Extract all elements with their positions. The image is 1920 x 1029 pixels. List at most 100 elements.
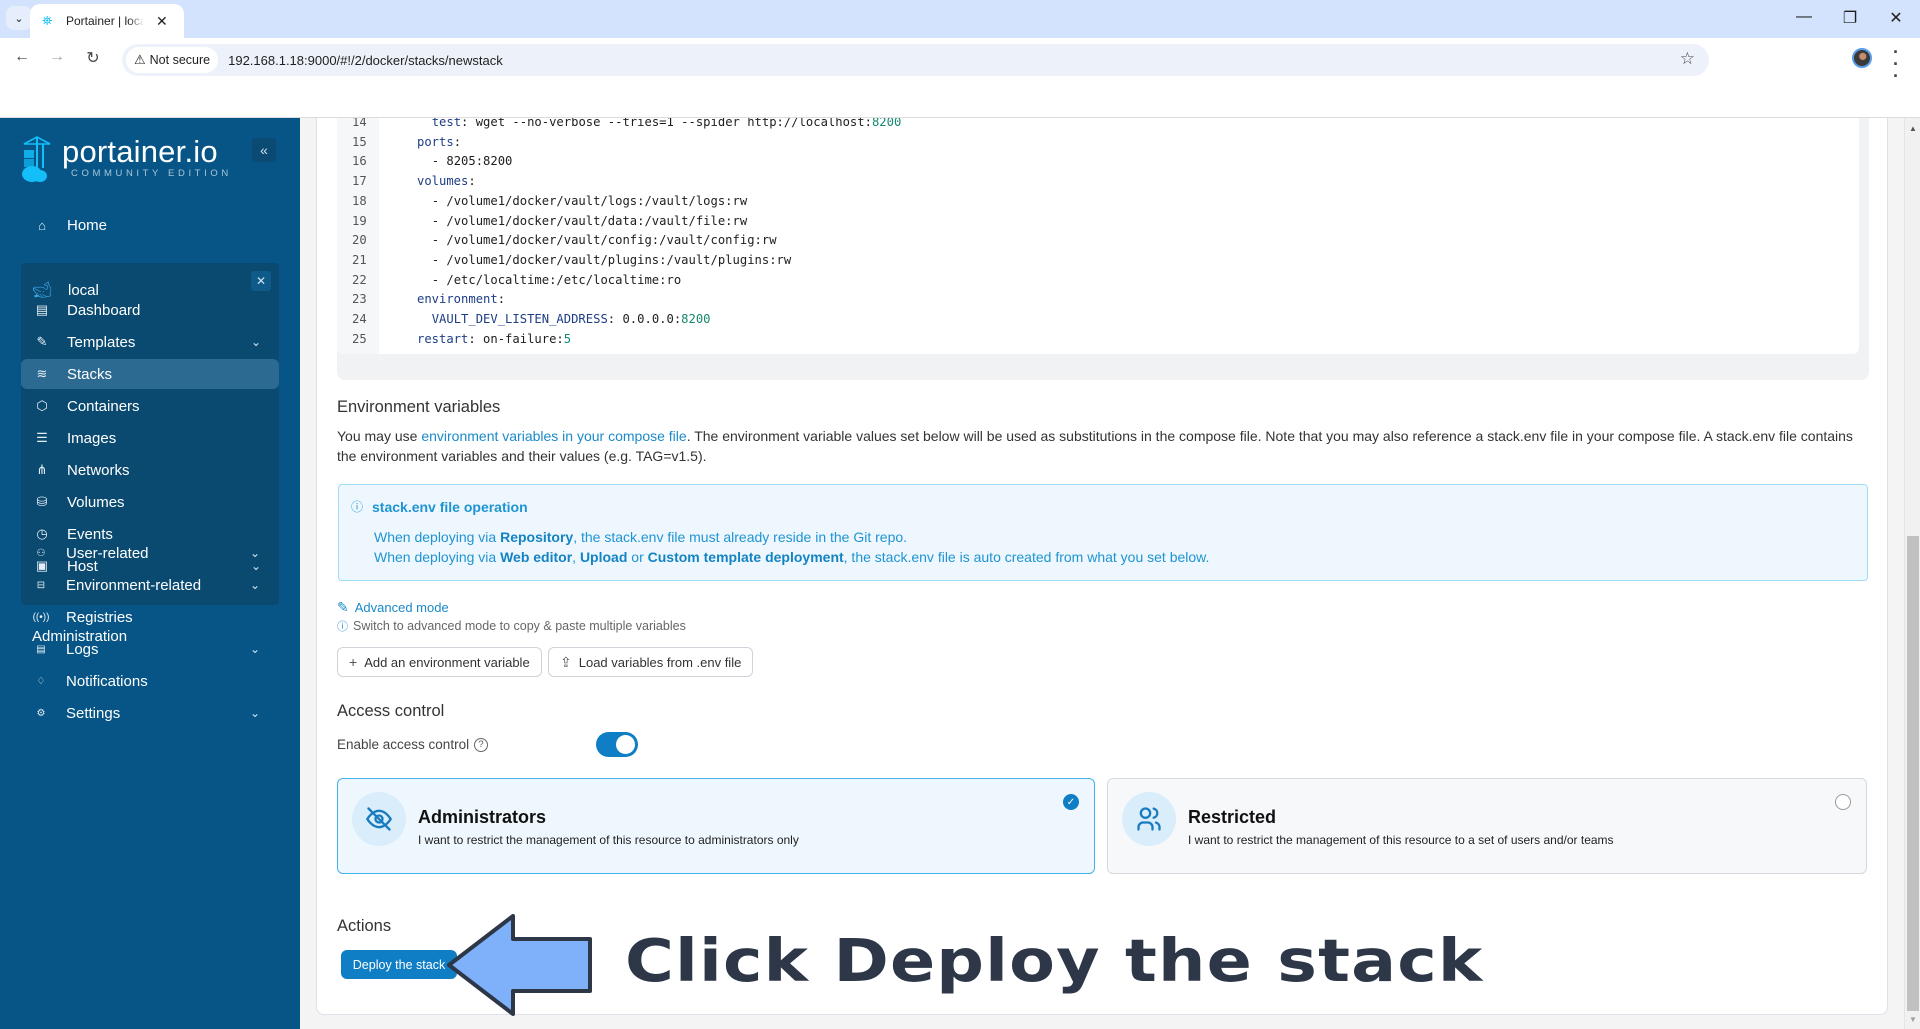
sidebar-item-notifications[interactable]: ♢ Notifications (20, 666, 278, 696)
collapse-sidebar-button[interactable]: « (252, 138, 276, 162)
sidebar-item-registries[interactable]: ((•)) Registries (20, 602, 278, 632)
line-number: 25 (352, 331, 367, 346)
minimize-button[interactable]: — (1784, 8, 1824, 26)
advanced-mode-hint: ⓘ Switch to advanced mode to copy & past… (337, 619, 686, 633)
option-description: I want to restrict the management of thi… (1188, 833, 1614, 847)
access-control-toggle[interactable] (596, 732, 638, 757)
tab-search-button[interactable]: ⌄ (6, 6, 32, 30)
sidebar-item-stacks[interactable]: ≋ Stacks (21, 359, 279, 389)
browser-tab[interactable]: ⛯ Portainer | local ✕ (30, 4, 184, 38)
code-line: 14 test: wget --no-verbose --tries=1 --s… (337, 118, 1857, 132)
radio-button[interactable] (1835, 794, 1851, 810)
add-env-variable-button[interactable]: + Add an environment variable (337, 647, 542, 677)
line-number: 14 (352, 118, 367, 129)
sidebar-item-label: User-related (66, 544, 149, 562)
line-number: 15 (352, 134, 367, 149)
clear-environment-button[interactable]: ✕ (251, 271, 271, 291)
home-icon: ⌂ (38, 217, 46, 233)
tab-title: Portainer | local (66, 14, 144, 28)
omnibox[interactable]: ⚠ Not secure 192.168.1.18:9000/#!/2/dock… (122, 44, 1709, 76)
code-text: VAULT_DEV_LISTEN_ADDRESS: 0.0.0.0:8200 (431, 312, 711, 326)
profile-avatar[interactable] (1852, 48, 1872, 68)
users-icon: ⚇ (36, 547, 46, 559)
close-window-button[interactable]: ✕ (1876, 8, 1916, 28)
dashboard-icon: ▤ (35, 302, 49, 317)
chevron-down-icon[interactable]: ⌄ (250, 578, 260, 592)
chevron-down-icon[interactable]: ⌄ (250, 546, 260, 560)
line-number: 22 (352, 272, 367, 287)
sidebar-item-environment-related[interactable]: ⊟ Environment-related ⌄ (20, 570, 278, 600)
annotation-arrow-icon (447, 914, 592, 1016)
option-title: Administrators (418, 807, 547, 827)
chevron-down-icon[interactable]: ⌄ (250, 642, 260, 656)
bookmark-star-icon[interactable]: ☆ (1680, 49, 1695, 69)
chevron-down-icon[interactable]: ⌄ (250, 706, 260, 720)
sidebar-item-images[interactable]: ☰ Images (21, 423, 279, 453)
double-chevron-left-icon: « (260, 142, 268, 158)
tab-close-icon[interactable]: ✕ (156, 13, 168, 30)
users-icon (1122, 792, 1176, 846)
access-option-administrators[interactable]: Administrators I want to restrict the ma… (337, 778, 1095, 874)
code-line: 24 VAULT_DEV_LISTEN_ADDRESS: 0.0.0.0:820… (337, 309, 1857, 329)
code-text: - 8205:8200 (431, 154, 513, 169)
list-icon: ☰ (36, 430, 48, 445)
load-env-file-button[interactable]: ⇪ Load variables from .env file (548, 647, 754, 677)
sidebar-item-logs[interactable]: ▤ Logs ⌄ (20, 634, 278, 664)
info-circle-icon: ⓘ (351, 500, 364, 514)
sidebar-item-volumes[interactable]: ⛁ Volumes (21, 487, 279, 517)
sidebar-item-settings[interactable]: ⚙ Settings ⌄ (20, 698, 278, 728)
database-icon: ⛁ (36, 494, 48, 509)
code-line: 15 ports: (337, 132, 1857, 152)
code-text: - /volume1/docker/vault/logs:/vault/logs… (431, 193, 748, 208)
security-chip[interactable]: ⚠ Not secure (126, 47, 219, 73)
sidebar-item-home[interactable]: ⌂ Home (21, 210, 279, 240)
sidebar-item-user-related[interactable]: ⚇ User-related ⌄ (20, 538, 278, 568)
sidebar-item-containers[interactable]: ⬡ Containers (21, 391, 279, 421)
compose-code-editor[interactable]: 14 test: wget --no-verbose --tries=1 --s… (337, 118, 1859, 354)
stack-env-info-box: ⓘ stack.env file operation When deploying… (338, 484, 1868, 581)
plus-icon: + (349, 654, 358, 670)
sidebar-item-networks[interactable]: ⋔ Networks (21, 455, 279, 485)
code-text: - /etc/localtime:/etc/localtime:ro (431, 272, 682, 287)
code-line: 20 - /volume1/docker/vault/config:/vault… (337, 230, 1857, 250)
advanced-mode-label: Advanced mode (354, 600, 449, 615)
forward-button[interactable]: → (45, 48, 69, 66)
portainer-logo[interactable]: portainer.io COMMUNITY EDITION (20, 136, 232, 184)
code-line: 23 environment: (337, 289, 1857, 309)
page-scrollbar[interactable]: ▲ ▼ (1904, 118, 1920, 1029)
access-option-restricted[interactable]: Restricted I want to restrict the manage… (1107, 778, 1867, 874)
bell-icon: ♢ (36, 675, 46, 687)
url-text[interactable]: 192.168.1.18:9000/#!/2/docker/stacks/new… (228, 53, 503, 68)
edit-icon: ✎ (337, 599, 349, 615)
toggle-knob (616, 735, 635, 754)
logo-subtext: COMMUNITY EDITION (71, 168, 232, 179)
code-line: 18 - /volume1/docker/vault/logs:/vault/l… (337, 191, 1857, 211)
browser-menu-icon[interactable]: · · · (1890, 43, 1902, 85)
code-line: 16 - 8205:8200 (337, 151, 1857, 171)
scroll-down-arrow-icon[interactable]: ▼ (1905, 1013, 1920, 1027)
code-text: - /volume1/docker/vault/data:/vault/file… (431, 213, 748, 228)
advanced-mode-link[interactable]: ✎ Advanced mode (337, 599, 449, 616)
sidebar-item-dashboard[interactable]: ▤ Dashboard (21, 295, 279, 325)
sidebar: portainer.io COMMUNITY EDITION « ⌂ Home … (0, 118, 300, 1029)
line-number: 20 (352, 233, 367, 248)
edit-icon: ✎ (36, 334, 48, 349)
sidebar-item-templates[interactable]: ✎ Templates ⌄ (21, 327, 279, 357)
reload-button[interactable]: ↻ (81, 48, 105, 68)
layers-icon: ≋ (36, 366, 48, 381)
enable-access-control-label: Enable access control ? (337, 737, 489, 752)
restore-button[interactable]: ❐ (1830, 8, 1870, 28)
help-icon[interactable]: ? (474, 737, 489, 752)
sidebar-item-label: Environment-related (66, 576, 202, 594)
scroll-up-arrow-icon[interactable]: ▲ (1905, 122, 1920, 136)
code-text: environment: (417, 292, 506, 307)
chevron-down-icon[interactable]: ⌄ (251, 335, 261, 349)
back-button[interactable]: ← (10, 48, 34, 66)
deploy-stack-button[interactable]: Deploy the stack (341, 950, 457, 979)
sidebar-item-label: Home (67, 216, 108, 234)
env-vars-docs-link[interactable]: environment variables in your compose fi… (421, 428, 686, 444)
portainer-crane-icon (20, 136, 54, 184)
browser-tab-bar: ⌄ ⛯ Portainer | local ✕ — ❐ ✕ (0, 0, 1920, 38)
info-circle-icon: ⓘ (337, 621, 348, 633)
scrollbar-thumb[interactable] (1907, 536, 1919, 1011)
